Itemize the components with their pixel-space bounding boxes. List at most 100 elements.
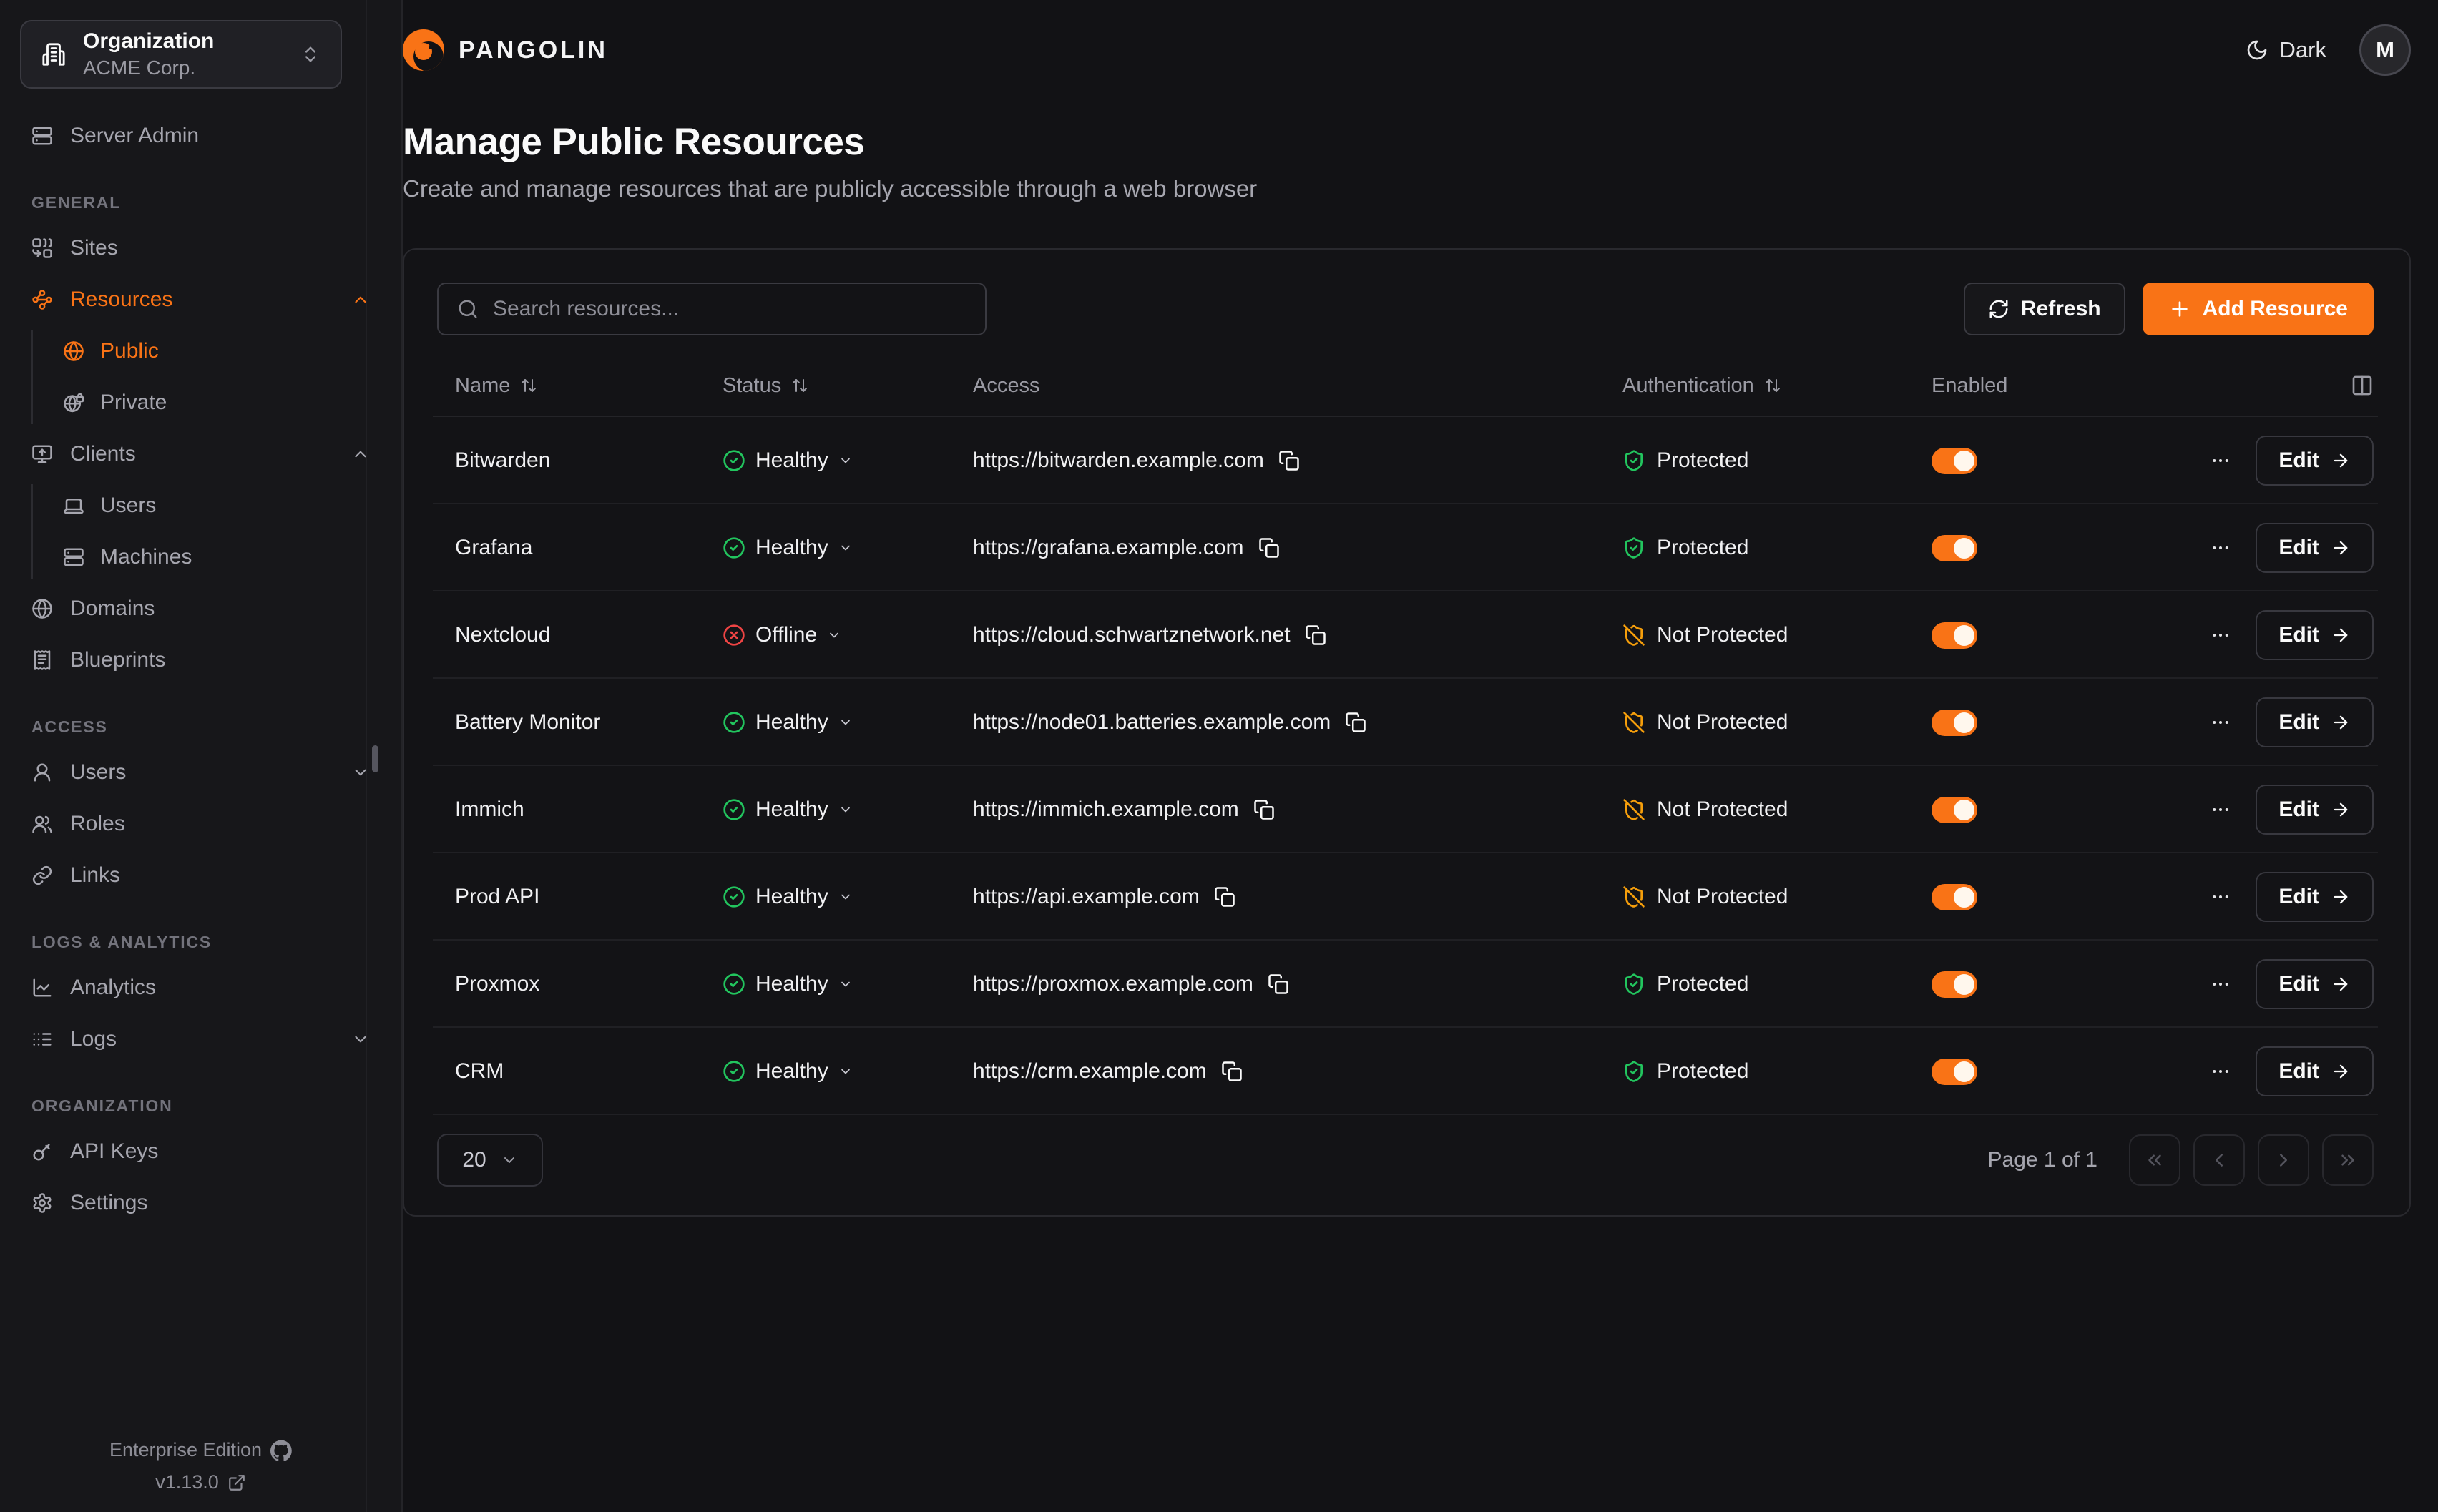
resource-table-row: Grafana Healthy https://grafana.example.… bbox=[404, 504, 2409, 591]
authentication-cell: Protected bbox=[1605, 1059, 1914, 1084]
row-menu-button[interactable] bbox=[2206, 1056, 2236, 1086]
edit-button[interactable]: Edit bbox=[2256, 610, 2374, 660]
enabled-toggle[interactable] bbox=[1932, 971, 1977, 998]
sort-icon bbox=[791, 377, 808, 394]
resources-icon bbox=[31, 289, 53, 310]
sidebar-item-server-admin[interactable]: Server Admin bbox=[0, 110, 401, 162]
row-menu-button[interactable] bbox=[2206, 707, 2236, 737]
next-page-button[interactable] bbox=[2258, 1134, 2309, 1186]
edit-button[interactable]: Edit bbox=[2256, 697, 2374, 747]
first-page-button[interactable] bbox=[2129, 1134, 2180, 1186]
enabled-toggle[interactable] bbox=[1932, 797, 1977, 823]
status-dropdown[interactable]: Healthy bbox=[705, 797, 955, 822]
status-dropdown[interactable]: Healthy bbox=[705, 885, 955, 909]
organization-picker[interactable]: Organization ACME Corp. bbox=[20, 20, 342, 89]
enabled-cell bbox=[1914, 971, 2193, 998]
chevron-up-icon bbox=[351, 290, 370, 309]
enabled-toggle[interactable] bbox=[1932, 535, 1977, 561]
enabled-toggle[interactable] bbox=[1932, 1059, 1977, 1085]
status-dropdown[interactable]: Healthy bbox=[705, 710, 955, 735]
copy-icon[interactable] bbox=[1221, 1061, 1243, 1082]
arrow-right-icon bbox=[2331, 538, 2351, 558]
copy-icon[interactable] bbox=[1278, 450, 1300, 471]
enabled-cell bbox=[1914, 884, 2193, 910]
theme-toggle[interactable]: Dark bbox=[2246, 37, 2326, 63]
copy-icon[interactable] bbox=[1258, 537, 1280, 559]
sidebar-item-machines[interactable]: Machines bbox=[31, 531, 401, 583]
edit-button[interactable]: Edit bbox=[2256, 959, 2374, 1009]
sidebar-item-resources[interactable]: Resources bbox=[0, 274, 401, 325]
sidebar-item-logs[interactable]: Logs bbox=[0, 1013, 401, 1065]
edit-button[interactable]: Edit bbox=[2256, 785, 2374, 835]
copy-icon[interactable] bbox=[1253, 799, 1275, 820]
sidebar-item-blueprints[interactable]: Blueprints bbox=[0, 634, 401, 686]
sidebar-item-domains[interactable]: Domains bbox=[0, 583, 401, 634]
row-menu-button[interactable] bbox=[2206, 533, 2236, 563]
column-header-status[interactable]: Status bbox=[705, 374, 955, 398]
row-menu-button[interactable] bbox=[2206, 795, 2236, 825]
toggle-knob bbox=[1954, 712, 1974, 733]
sidebar-item-roles[interactable]: Roles bbox=[0, 798, 401, 850]
enabled-cell bbox=[1914, 797, 2193, 823]
sidebar-item-links[interactable]: Links bbox=[0, 850, 401, 901]
edition-line[interactable]: Enterprise Edition bbox=[109, 1439, 292, 1461]
organization-label: Organization bbox=[83, 29, 283, 54]
sidebar-item-settings[interactable]: Settings bbox=[0, 1177, 401, 1229]
edit-button[interactable]: Edit bbox=[2256, 872, 2374, 922]
sidebar-item-label: Settings bbox=[70, 1191, 147, 1215]
brand[interactable]: PANGOLIN bbox=[403, 29, 608, 71]
edit-label: Edit bbox=[2278, 623, 2319, 647]
copy-icon[interactable] bbox=[1268, 973, 1289, 995]
row-actions: Edit bbox=[2193, 959, 2374, 1009]
page-size-select[interactable]: 20 bbox=[437, 1134, 543, 1187]
copy-icon[interactable] bbox=[1305, 624, 1326, 646]
sidebar-scrollbar-thumb[interactable] bbox=[372, 745, 378, 772]
sidebar-item-clients[interactable]: Clients bbox=[0, 428, 401, 480]
columns-icon bbox=[2351, 374, 2374, 397]
search-input[interactable] bbox=[493, 297, 966, 321]
sidebar-item-api-keys[interactable]: API Keys bbox=[0, 1126, 401, 1177]
status-dropdown[interactable]: Offline bbox=[705, 623, 955, 647]
sidebar-item-analytics[interactable]: Analytics bbox=[0, 962, 401, 1013]
authentication-label: Protected bbox=[1657, 536, 1748, 560]
version-line[interactable]: v1.13.0 bbox=[155, 1471, 246, 1493]
sidebar-item-sites[interactable]: Sites bbox=[0, 222, 401, 274]
access-cell: https://grafana.example.com bbox=[955, 536, 1605, 560]
access-cell: https://api.example.com bbox=[955, 885, 1605, 909]
copy-icon[interactable] bbox=[1345, 712, 1366, 733]
server-icon bbox=[31, 125, 53, 147]
column-header-authentication[interactable]: Authentication bbox=[1605, 374, 1914, 398]
sidebar-item-client-users[interactable]: Users bbox=[31, 480, 401, 531]
enabled-toggle[interactable] bbox=[1932, 448, 1977, 474]
row-menu-button[interactable] bbox=[2206, 620, 2236, 650]
status-dropdown[interactable]: Healthy bbox=[705, 1059, 955, 1084]
sidebar-item-private[interactable]: Private bbox=[31, 377, 401, 428]
status-dropdown[interactable]: Healthy bbox=[705, 536, 955, 560]
edit-button[interactable]: Edit bbox=[2256, 436, 2374, 486]
enabled-toggle[interactable] bbox=[1932, 884, 1977, 910]
sidebar-item-users[interactable]: Users bbox=[0, 747, 401, 798]
sidebar-item-public[interactable]: Public bbox=[31, 325, 401, 377]
laptop-icon bbox=[63, 495, 84, 516]
row-menu-button[interactable] bbox=[2206, 969, 2236, 999]
status-dropdown[interactable]: Healthy bbox=[705, 972, 955, 996]
authentication-label: Not Protected bbox=[1657, 797, 1788, 822]
add-resource-button[interactable]: Add Resource bbox=[2143, 283, 2374, 335]
enabled-toggle[interactable] bbox=[1932, 710, 1977, 736]
prev-page-button[interactable] bbox=[2193, 1134, 2245, 1186]
last-page-button[interactable] bbox=[2322, 1134, 2374, 1186]
avatar[interactable]: M bbox=[2359, 24, 2411, 76]
row-menu-button[interactable] bbox=[2206, 446, 2236, 476]
refresh-button[interactable]: Refresh bbox=[1964, 283, 2125, 335]
chevron-down-icon bbox=[838, 715, 853, 730]
status-dropdown[interactable]: Healthy bbox=[705, 448, 955, 473]
edit-button[interactable]: Edit bbox=[2256, 523, 2374, 573]
enabled-toggle[interactable] bbox=[1932, 622, 1977, 649]
edit-button[interactable]: Edit bbox=[2256, 1046, 2374, 1096]
copy-icon[interactable] bbox=[1214, 886, 1235, 908]
column-visibility-button[interactable] bbox=[2193, 374, 2374, 397]
sidebar: Organization ACME Corp. Server Admin GEN… bbox=[0, 0, 403, 1512]
sidebar-item-label: Resources bbox=[70, 288, 172, 312]
column-header-name[interactable]: Name bbox=[437, 374, 705, 398]
row-menu-button[interactable] bbox=[2206, 882, 2236, 912]
